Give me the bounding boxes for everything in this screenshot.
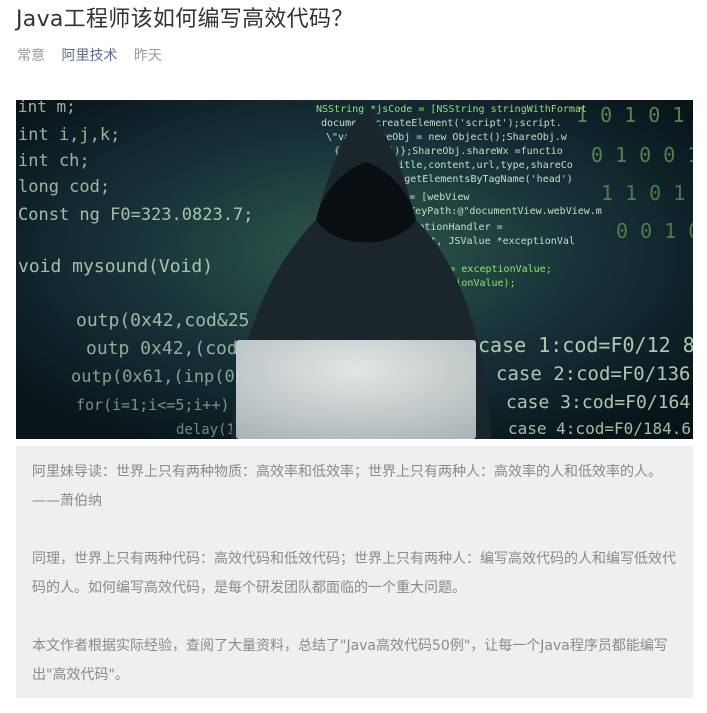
code-fragment: case 4:cod=F0/184.6;b bbox=[508, 419, 693, 438]
code-fragment: outp(0x42,cod&25 bbox=[76, 310, 249, 331]
quote-paragraph-3: 本文作者根据实际经验，查阅了大量资料，总结了"Java高效代码50例"，让每一个… bbox=[32, 638, 668, 683]
article-category: 常意 bbox=[17, 48, 45, 64]
code-fragment: int m; bbox=[18, 100, 76, 116]
laptop-screen bbox=[236, 340, 476, 439]
code-fragment: case 1:cod=F0/12 8;b bbox=[478, 333, 693, 357]
code-fragment: Const ng F0=323.0823.7; bbox=[18, 205, 253, 225]
code-fragment: int ch; bbox=[18, 151, 90, 171]
code-fragment: int i,j,k; bbox=[18, 125, 120, 145]
code-fragment: 1 0 1 0 1 1 0 1 bbox=[576, 103, 693, 127]
code-fragment: for(i=1;i<=5;i++) bbox=[76, 396, 230, 414]
code-fragment: long cod; bbox=[18, 177, 110, 197]
article-title: Java工程师该如何编写高效代码？ bbox=[16, 7, 354, 32]
article-meta: 常意 阿里技术 昨天 bbox=[17, 46, 174, 66]
code-fragment: NSString *jsCode = [NSString stringWithF… bbox=[316, 104, 587, 115]
code-fragment: 1 1 0 1 0 bbox=[601, 181, 693, 205]
code-fragment: void mysound(Void) bbox=[18, 256, 213, 277]
hooded-hacker-code-image: int m; int i,j,k; int ch; long cod; Const ng… bbox=[16, 100, 693, 439]
code-fragment: case 2:cod=F0/136.8;b bbox=[496, 363, 693, 385]
intro-quote-block: 阿里妹导读：世界上只有两种物质：高效率和低效率；世界上只有两种人：高效率的人和低… bbox=[16, 446, 693, 698]
account-link[interactable]: 阿里技术 bbox=[61, 48, 117, 64]
quote-paragraph-1: 阿里妹导读：世界上只有两种物质：高效率和低效率；世界上只有两种人：高效率的人和低… bbox=[32, 464, 662, 509]
code-fragment: case 3:cod=F0/164.8;b bbox=[506, 392, 693, 413]
code-fragment: 0 1 0 0 1 0 bbox=[591, 143, 693, 167]
quote-paragraph-2: 同理，世界上只有两种代码：高效代码和低效代码；世界上只有两种人：编写高效代码的人… bbox=[32, 551, 676, 596]
article-page: Java工程师该如何编写高效代码？ 常意 阿里技术 昨天 int m; int i… bbox=[0, 0, 707, 713]
publish-date: 昨天 bbox=[133, 48, 162, 64]
code-fragment: 0 0 1 0 bbox=[616, 219, 693, 243]
